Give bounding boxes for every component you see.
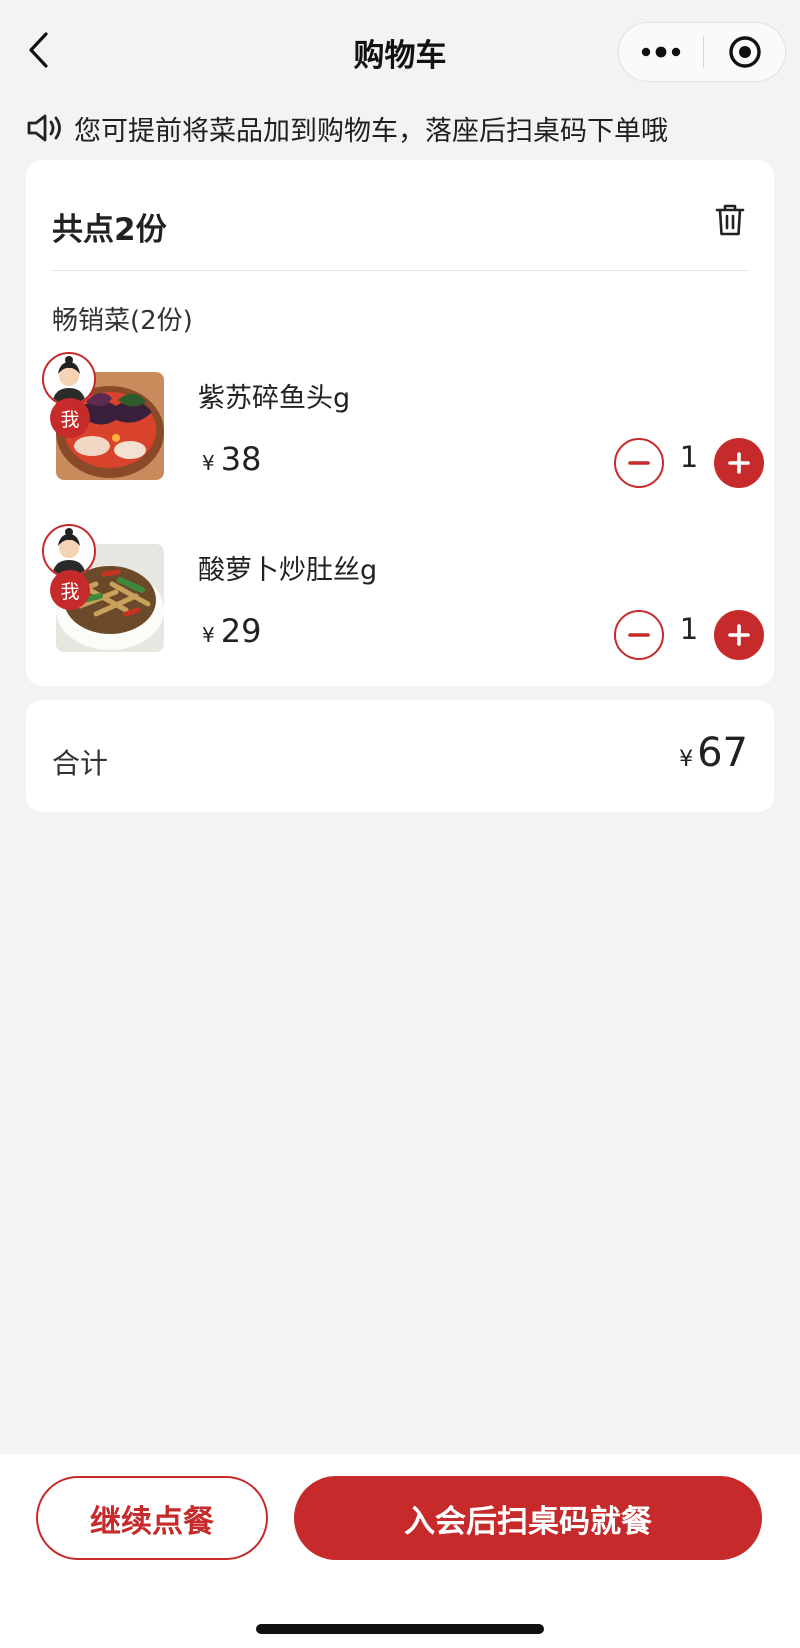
cart-item: 我 紫苏碎鱼头g ¥ 38 1 (42, 352, 764, 498)
more-dots-icon (641, 46, 681, 58)
decrease-quantity-button[interactable] (614, 438, 664, 488)
increase-quantity-button[interactable] (714, 438, 764, 488)
speaker-icon (26, 108, 70, 148)
notice-bar: 您可提前将菜品加到购物车，落座后扫桌码下单哦 (26, 108, 668, 148)
navigation-bar: 购物车 (0, 0, 800, 104)
dish-name: 酸萝卜炒肚丝g (198, 555, 378, 586)
me-badge: 我 (50, 570, 90, 610)
back-button[interactable] (18, 28, 58, 72)
category-title: 畅销菜(2份) (52, 306, 193, 336)
total-card: 合计 ¥ 67 (26, 700, 774, 812)
mini-program-capsule (618, 22, 786, 82)
cart-summary: 共点2份 (52, 212, 167, 248)
total-amount: ¥ 67 (679, 730, 748, 776)
bottom-action-bar: 继续点餐 入会后扫桌码就餐 (0, 1454, 800, 1648)
currency-symbol: ¥ (202, 623, 215, 647)
dish-name: 紫苏碎鱼头g (198, 383, 351, 414)
target-icon (728, 36, 761, 68)
currency-symbol: ¥ (679, 747, 694, 772)
plus-icon (728, 624, 750, 646)
minus-icon (628, 633, 650, 637)
home-indicator (256, 1624, 544, 1634)
divider (50, 270, 750, 271)
continue-ordering-button[interactable]: 继续点餐 (36, 1476, 268, 1560)
clear-cart-button[interactable] (710, 198, 750, 242)
decrease-quantity-button[interactable] (614, 610, 664, 660)
chevron-left-icon (29, 32, 48, 68)
more-button[interactable] (619, 23, 703, 81)
me-badge: 我 (50, 398, 90, 438)
notice-text: 您可提前将菜品加到购物车，落座后扫桌码下单哦 (74, 115, 668, 147)
increase-quantity-button[interactable] (714, 610, 764, 660)
cart-item: 我 酸萝卜炒肚丝g ¥ 29 1 (42, 524, 764, 670)
join-and-scan-button[interactable]: 入会后扫桌码就餐 (294, 1476, 762, 1560)
close-mini-program-button[interactable] (704, 23, 785, 81)
trash-icon (715, 204, 745, 236)
total-label: 合计 (52, 747, 109, 780)
dish-price: ¥ 29 (202, 612, 261, 650)
quantity-value: 1 (679, 440, 699, 474)
minus-icon (628, 461, 650, 465)
dish-price: ¥ 38 (202, 440, 261, 478)
plus-icon (728, 452, 750, 474)
cart-card: 共点2份 畅销菜(2份) 我 紫苏碎鱼头g ¥ 38 1 我 酸萝卜炒肚丝g ¥… (26, 160, 774, 686)
quantity-value: 1 (679, 612, 699, 646)
price-value: 29 (220, 612, 262, 650)
total-value: 67 (697, 730, 748, 776)
currency-symbol: ¥ (202, 451, 215, 475)
price-value: 38 (220, 440, 262, 478)
